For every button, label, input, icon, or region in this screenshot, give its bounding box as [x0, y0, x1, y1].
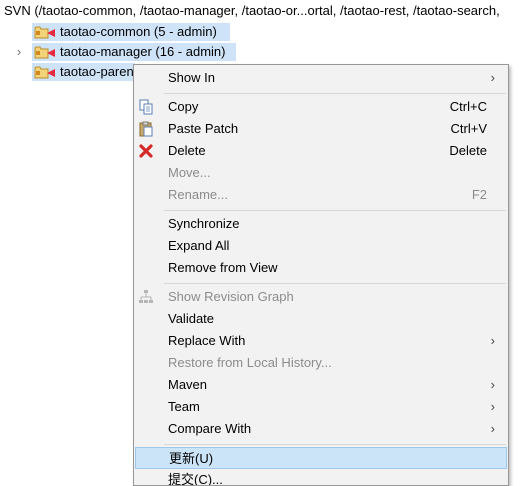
- menu-item-label: Remove from View: [168, 260, 278, 275]
- submenu-arrow-icon: ›: [490, 377, 495, 392]
- svn-view-header: SVN (/taotao-common, /taotao-manager, /t…: [0, 0, 527, 21]
- expander: [13, 22, 25, 42]
- menu-item-team[interactable]: Team ›: [135, 396, 507, 418]
- tree-item-taotao-common[interactable]: taotao-common (5 - admin): [0, 22, 527, 42]
- svn-project-folder-icon: [34, 26, 55, 39]
- menu-item-label: Move...: [168, 165, 211, 180]
- copy-icon: [139, 99, 153, 115]
- menu-item-label: Delete: [168, 143, 206, 158]
- menu-item-move[interactable]: Move...: [135, 162, 507, 184]
- tree-item-label: taotao-parent: [60, 64, 134, 79]
- submenu-arrow-icon: ›: [490, 421, 495, 436]
- menu-item-label: Show Revision Graph: [168, 289, 294, 304]
- menu-item-label: Restore from Local History...: [168, 355, 332, 370]
- menu-item-shortcut: Ctrl+V: [450, 121, 487, 136]
- menu-separator: [164, 210, 506, 211]
- svn-project-folder-icon: [34, 66, 55, 79]
- tree-item-taotao-manager[interactable]: › taotao-manager (16 - admin): [0, 42, 527, 62]
- menu-item-label: Show In: [168, 70, 215, 85]
- menu-item-compare-with[interactable]: Compare With ›: [135, 418, 507, 440]
- menu-item-show-revision-graph[interactable]: Show Revision Graph: [135, 286, 507, 308]
- menu-item-label: Validate: [168, 311, 215, 326]
- menu-item-label: 更新(U): [169, 451, 214, 466]
- menu-item-validate[interactable]: Validate: [135, 308, 507, 330]
- menu-separator: [164, 283, 506, 284]
- chevron-right-icon[interactable]: ›: [13, 42, 25, 62]
- menu-item-label: Synchronize: [168, 216, 240, 231]
- menu-item-svn-update[interactable]: 更新(U): [135, 447, 507, 469]
- menu-item-label: Maven: [168, 377, 208, 392]
- menu-separator: [164, 444, 506, 445]
- menu-item-maven[interactable]: Maven ›: [135, 374, 507, 396]
- menu-item-remove-from-view[interactable]: Remove from View: [135, 257, 507, 279]
- menu-item-show-in[interactable]: Show In ›: [135, 67, 507, 89]
- revision-graph-icon: [139, 290, 153, 303]
- menu-item-label: Expand All: [168, 238, 230, 253]
- menu-item-copy[interactable]: Copy Ctrl+C: [135, 96, 507, 118]
- menu-item-shortcut: Delete: [449, 143, 487, 158]
- menu-item-delete[interactable]: Delete Delete: [135, 140, 507, 162]
- menu-item-svn-commit[interactable]: 提交(C)...: [135, 469, 507, 486]
- menu-item-shortcut: Ctrl+C: [449, 99, 487, 114]
- delete-icon: [139, 144, 153, 158]
- menu-item-shortcut: F2: [471, 187, 487, 202]
- submenu-arrow-icon: ›: [490, 399, 495, 414]
- tree-item-label: taotao-manager (16 - admin): [60, 44, 226, 59]
- menu-item-label: 提交(C)...: [168, 472, 223, 486]
- submenu-arrow-icon: ›: [490, 333, 495, 348]
- menu-item-label: Team: [168, 399, 200, 414]
- menu-item-label: Rename...: [168, 187, 228, 202]
- menu-item-label: Compare With: [168, 421, 252, 436]
- context-menu: Show In › Copy Ctrl+C Paste Patch Ctrl+V…: [133, 64, 509, 486]
- menu-item-restore-local-history[interactable]: Restore from Local History...: [135, 352, 507, 374]
- menu-item-expand-all[interactable]: Expand All: [135, 235, 507, 257]
- svn-project-folder-icon: [34, 46, 55, 59]
- menu-item-rename[interactable]: Rename... F2: [135, 184, 507, 206]
- expander: [13, 62, 25, 82]
- menu-item-synchronize[interactable]: Synchronize: [135, 213, 507, 235]
- menu-separator: [164, 93, 506, 94]
- menu-item-label: Replace With: [168, 333, 246, 348]
- menu-item-label: Paste Patch: [168, 121, 239, 136]
- header-title: SVN (/taotao-common, /taotao-manager, /t…: [4, 3, 500, 18]
- paste-icon: [139, 121, 153, 137]
- tree-item-label: taotao-common (5 - admin): [60, 24, 217, 39]
- submenu-arrow-icon: ›: [490, 70, 495, 85]
- menu-item-label: Copy: [168, 99, 199, 114]
- menu-item-replace-with[interactable]: Replace With ›: [135, 330, 507, 352]
- menu-item-paste-patch[interactable]: Paste Patch Ctrl+V: [135, 118, 507, 140]
